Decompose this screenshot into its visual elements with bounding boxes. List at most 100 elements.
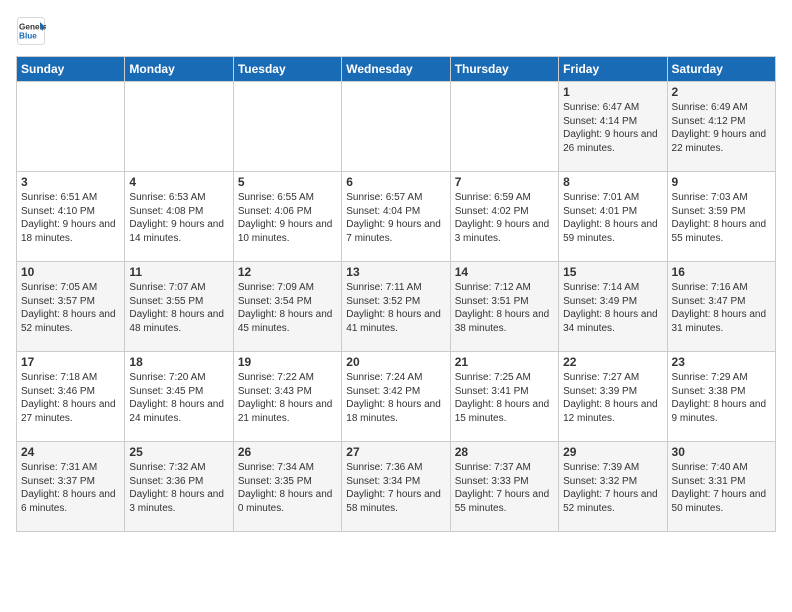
day-cell: 18 Sunrise: 7:20 AMSunset: 3:45 PMDayligh… [125,352,233,442]
day-info: Sunrise: 7:39 AMSunset: 3:32 PMDaylight:… [563,461,662,515]
day-number: 2 [672,85,771,99]
day-number: 18 [129,355,228,369]
day-cell: 29 Sunrise: 7:39 AMSunset: 3:32 PMDayligh… [559,442,667,532]
day-number: 10 [21,265,120,279]
day-info: Sunrise: 7:36 AMSunset: 3:34 PMDaylight:… [346,461,445,515]
day-cell: 21 Sunrise: 7:25 AMSunset: 3:41 PMDayligh… [450,352,558,442]
day-info: Sunrise: 7:20 AMSunset: 3:45 PMDaylight:… [129,371,228,425]
day-number: 24 [21,445,120,459]
day-cell: 26 Sunrise: 7:34 AMSunset: 3:35 PMDayligh… [233,442,341,532]
day-info: Sunrise: 7:24 AMSunset: 3:42 PMDaylight:… [346,371,445,425]
day-info: Sunrise: 7:31 AMSunset: 3:37 PMDaylight:… [21,461,120,515]
day-number: 20 [346,355,445,369]
day-number: 1 [563,85,662,99]
day-cell: 6 Sunrise: 6:57 AMSunset: 4:04 PMDaylight… [342,172,450,262]
day-cell: 7 Sunrise: 6:59 AMSunset: 4:02 PMDaylight… [450,172,558,262]
day-info: Sunrise: 6:55 AMSunset: 4:06 PMDaylight:… [238,191,337,245]
day-number: 15 [563,265,662,279]
calendar-table: SundayMondayTuesdayWednesdayThursdayFrid… [16,56,776,532]
day-cell: 25 Sunrise: 7:32 AMSunset: 3:36 PMDayligh… [125,442,233,532]
svg-text:Blue: Blue [19,32,37,41]
day-cell: 30 Sunrise: 7:40 AMSunset: 3:31 PMDayligh… [667,442,775,532]
header-thursday: Thursday [450,57,558,82]
day-number: 25 [129,445,228,459]
day-cell [125,82,233,172]
day-number: 3 [21,175,120,189]
day-info: Sunrise: 7:14 AMSunset: 3:49 PMDaylight:… [563,281,662,335]
day-cell: 9Sunrise: 7:03 AMSunset: 3:59 PMDaylight… [667,172,775,262]
day-cell [233,82,341,172]
day-info: Sunrise: 6:59 AMSunset: 4:02 PMDaylight:… [455,191,554,245]
day-number: 30 [672,445,771,459]
day-number: 19 [238,355,337,369]
day-number: 26 [238,445,337,459]
header-monday: Monday [125,57,233,82]
day-number: 7 [455,175,554,189]
day-info: Sunrise: 7:12 AMSunset: 3:51 PMDaylight:… [455,281,554,335]
day-info: Sunrise: 7:29 AMSunset: 3:38 PMDaylight:… [672,371,771,425]
day-cell: 17Sunrise: 7:18 AMSunset: 3:46 PMDayligh… [17,352,125,442]
day-info: Sunrise: 6:51 AMSunset: 4:10 PMDaylight:… [21,191,120,245]
day-cell: 12Sunrise: 7:09 AMSunset: 3:54 PMDayligh… [233,262,341,352]
day-cell: 23Sunrise: 7:29 AMSunset: 3:38 PMDayligh… [667,352,775,442]
day-cell: 5Sunrise: 6:55 AMSunset: 4:06 PMDaylight… [233,172,341,262]
day-cell: 10 Sunrise: 7:05 AMSunset: 3:57 PMDayligh… [17,262,125,352]
day-number: 12 [238,265,337,279]
day-number: 9 [672,175,771,189]
day-info: Sunrise: 6:47 AMSunset: 4:14 PMDaylight:… [563,101,662,155]
day-cell: 22 Sunrise: 7:27 AMSunset: 3:39 PMDayligh… [559,352,667,442]
day-number: 4 [129,175,228,189]
day-info: Sunrise: 7:18 AMSunset: 3:46 PMDaylight:… [21,371,120,425]
week-row-5: 24 Sunrise: 7:31 AMSunset: 3:37 PMDayligh… [17,442,776,532]
day-cell: 8Sunrise: 7:01 AMSunset: 4:01 PMDaylight… [559,172,667,262]
header-saturday: Saturday [667,57,775,82]
day-number: 16 [672,265,771,279]
day-info: Sunrise: 7:11 AMSunset: 3:52 PMDaylight:… [346,281,445,335]
day-info: Sunrise: 7:37 AMSunset: 3:33 PMDaylight:… [455,461,554,515]
day-number: 13 [346,265,445,279]
day-info: Sunrise: 7:32 AMSunset: 3:36 PMDaylight:… [129,461,228,515]
day-number: 27 [346,445,445,459]
day-number: 21 [455,355,554,369]
day-cell: 19 Sunrise: 7:22 AMSunset: 3:43 PMDayligh… [233,352,341,442]
day-cell: 20 Sunrise: 7:24 AMSunset: 3:42 PMDayligh… [342,352,450,442]
day-cell: 4 Sunrise: 6:53 AMSunset: 4:08 PMDaylight… [125,172,233,262]
header-sunday: Sunday [17,57,125,82]
logo: General Blue [16,16,50,46]
day-info: Sunrise: 7:05 AMSunset: 3:57 PMDaylight:… [21,281,120,335]
day-number: 11 [129,265,228,279]
header-friday: Friday [559,57,667,82]
day-cell: 15 Sunrise: 7:14 AMSunset: 3:49 PMDayligh… [559,262,667,352]
header-wednesday: Wednesday [342,57,450,82]
day-cell [17,82,125,172]
day-number: 29 [563,445,662,459]
week-row-1: 1 Sunrise: 6:47 AMSunset: 4:14 PMDaylight… [17,82,776,172]
day-number: 22 [563,355,662,369]
day-cell [450,82,558,172]
day-info: Sunrise: 7:16 AMSunset: 3:47 PMDaylight:… [672,281,771,335]
day-info: Sunrise: 7:40 AMSunset: 3:31 PMDaylight:… [672,461,771,515]
day-cell: 16 Sunrise: 7:16 AMSunset: 3:47 PMDayligh… [667,262,775,352]
day-info: Sunrise: 7:25 AMSunset: 3:41 PMDaylight:… [455,371,554,425]
page-header: General Blue [16,16,776,46]
day-cell: 14Sunrise: 7:12 AMSunset: 3:51 PMDayligh… [450,262,558,352]
day-info: Sunrise: 6:57 AMSunset: 4:04 PMDaylight:… [346,191,445,245]
day-cell: 27 Sunrise: 7:36 AMSunset: 3:34 PMDayligh… [342,442,450,532]
calendar-header-row: SundayMondayTuesdayWednesdayThursdayFrid… [17,57,776,82]
day-cell: 2 Sunrise: 6:49 AMSunset: 4:12 PMDaylight… [667,82,775,172]
day-number: 8 [563,175,662,189]
day-info: Sunrise: 6:49 AMSunset: 4:12 PMDaylight:… [672,101,771,155]
day-cell: 11 Sunrise: 7:07 AMSunset: 3:55 PMDayligh… [125,262,233,352]
day-info: Sunrise: 6:53 AMSunset: 4:08 PMDaylight:… [129,191,228,245]
day-cell: 24 Sunrise: 7:31 AMSunset: 3:37 PMDayligh… [17,442,125,532]
day-info: Sunrise: 7:27 AMSunset: 3:39 PMDaylight:… [563,371,662,425]
day-info: Sunrise: 7:07 AMSunset: 3:55 PMDaylight:… [129,281,228,335]
week-row-4: 17Sunrise: 7:18 AMSunset: 3:46 PMDayligh… [17,352,776,442]
day-number: 28 [455,445,554,459]
day-number: 6 [346,175,445,189]
day-info: Sunrise: 7:22 AMSunset: 3:43 PMDaylight:… [238,371,337,425]
day-cell: 1 Sunrise: 6:47 AMSunset: 4:14 PMDaylight… [559,82,667,172]
day-info: Sunrise: 7:34 AMSunset: 3:35 PMDaylight:… [238,461,337,515]
week-row-3: 10 Sunrise: 7:05 AMSunset: 3:57 PMDayligh… [17,262,776,352]
header-tuesday: Tuesday [233,57,341,82]
